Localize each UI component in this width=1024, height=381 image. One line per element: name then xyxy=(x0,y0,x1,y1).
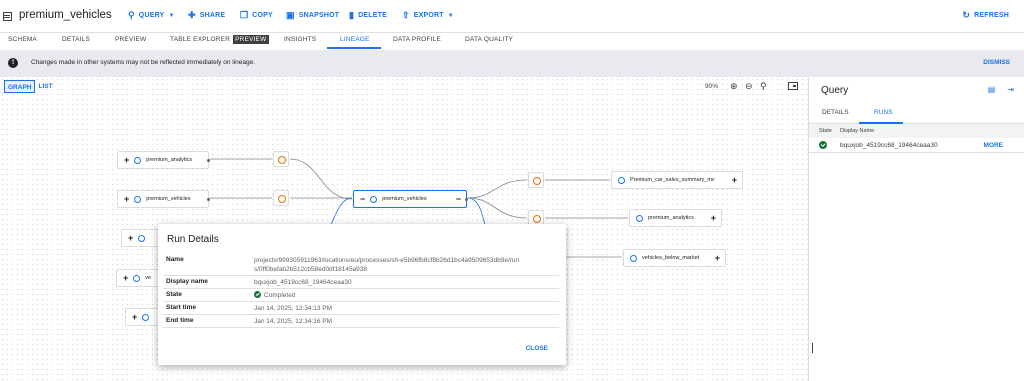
run-details-dialog: Run Details Name projects/999305911963/l… xyxy=(158,224,566,365)
detail-value: Completed xyxy=(254,291,295,300)
detail-value: Jan 14, 2025, 12:34:13 PM xyxy=(254,305,333,312)
detail-key: Start time xyxy=(166,304,196,311)
detail-key: End time xyxy=(166,317,194,324)
detail-row: Start time Jan 14, 2025, 12:34:13 PM xyxy=(163,302,559,315)
detail-value: projects/999305911963/locations/eu/proce… xyxy=(254,257,520,273)
dialog-title: Run Details xyxy=(167,234,219,245)
detail-row: End time Jan 14, 2025, 12:34:16 PM xyxy=(163,315,559,328)
detail-key: Name xyxy=(166,256,184,263)
detail-value: Jan 14, 2025, 12:34:16 PM xyxy=(254,318,333,325)
detail-value: bquxjob_4519cc68_19464ceaa30 xyxy=(254,279,352,286)
detail-key: Display name xyxy=(166,278,208,285)
detail-row: Name projects/999305911963/locations/eu/… xyxy=(163,254,559,276)
close-button[interactable]: CLOSE xyxy=(526,345,548,352)
check-circle-icon xyxy=(254,291,261,298)
detail-key: State xyxy=(166,291,182,298)
detail-row: Display name bquxjob_4519cc68_19464ceaa3… xyxy=(163,276,559,289)
detail-row: State Completed xyxy=(163,289,559,302)
